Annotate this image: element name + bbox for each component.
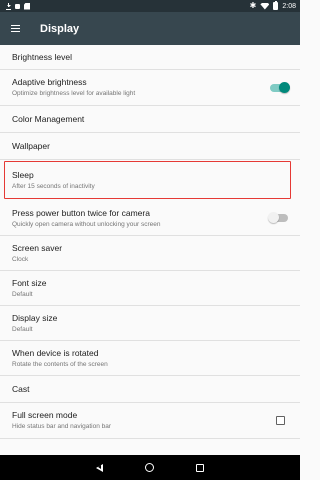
setting-title: Font size xyxy=(12,277,47,288)
setting-summary: Default xyxy=(12,290,33,298)
full-screen-mode-checkbox[interactable] xyxy=(276,416,285,425)
setting-device-rotated[interactable]: When device is rotated Rotate the conten… xyxy=(0,341,300,376)
setting-summary: Default xyxy=(12,325,33,333)
setting-title: Adaptive brightness xyxy=(12,77,87,87)
app-bar: Display xyxy=(0,12,300,45)
setting-title: Full screen mode xyxy=(12,410,78,420)
toggle-thumb xyxy=(279,81,290,93)
setting-display-size[interactable]: Display size Default xyxy=(0,306,300,341)
setting-summary: Rotate the contents of the screen xyxy=(12,360,108,368)
setting-power-button-camera[interactable]: Press power button twice for camera Quic… xyxy=(0,201,300,236)
hamburger-menu-icon[interactable] xyxy=(0,12,30,45)
adaptive-brightness-toggle[interactable] xyxy=(270,81,290,93)
status-left-icons xyxy=(6,2,30,10)
notification-icon xyxy=(15,3,20,9)
bluetooth-icon: ✱ xyxy=(249,1,257,10)
setting-adaptive-brightness[interactable]: Adaptive brightness Optimize brightness … xyxy=(0,70,300,106)
back-icon[interactable] xyxy=(96,463,103,472)
setting-title: Color Management xyxy=(12,113,85,124)
setting-summary: Optimize brightness level for available … xyxy=(12,90,136,97)
setting-full-screen-mode[interactable]: Full screen mode Hide status bar and nav… xyxy=(0,403,300,439)
setting-title: Screen saver xyxy=(12,242,63,253)
status-right-icons: ✱ 2:08 xyxy=(249,1,296,10)
setting-title: Cast xyxy=(12,383,30,394)
navigation-bar xyxy=(0,455,300,480)
download-icon xyxy=(6,2,11,10)
setting-summary: Clock xyxy=(12,255,29,263)
power-button-camera-toggle[interactable] xyxy=(268,212,288,223)
setting-cast[interactable]: Cast xyxy=(0,376,300,403)
setting-summary: Quickly open camera without unlocking yo… xyxy=(12,220,161,228)
setting-screen-saver[interactable]: Screen saver Clock xyxy=(0,236,300,271)
setting-title: Sleep xyxy=(12,169,34,180)
setting-sleep[interactable]: Sleep After 15 seconds of inactivity xyxy=(4,161,291,199)
setting-title: Display size xyxy=(12,312,58,323)
toggle-thumb xyxy=(268,212,279,223)
setting-title: When device is rotated xyxy=(12,347,99,358)
wifi-icon xyxy=(260,2,270,10)
recents-icon[interactable] xyxy=(196,463,204,472)
setting-summary: After 15 seconds of inactivity xyxy=(12,182,95,190)
setting-summary: Hide status bar and navigation bar xyxy=(12,423,112,430)
setting-title: Press power button twice for camera xyxy=(12,207,150,218)
battery-icon xyxy=(273,1,279,10)
setting-color-management[interactable]: Color Management xyxy=(0,106,300,133)
setting-font-size[interactable]: Font size Default xyxy=(0,271,300,306)
setting-title: Brightness level xyxy=(12,51,73,62)
setting-brightness-level[interactable]: Brightness level xyxy=(0,45,300,70)
page-title: Display xyxy=(40,22,80,35)
home-icon[interactable] xyxy=(145,463,154,472)
setting-wallpaper[interactable]: Wallpaper xyxy=(0,133,300,160)
status-bar: ✱ 2:08 xyxy=(0,0,300,12)
status-time: 2:08 xyxy=(282,2,296,10)
setting-title: Wallpaper xyxy=(12,140,50,151)
sd-card-icon xyxy=(24,2,30,10)
